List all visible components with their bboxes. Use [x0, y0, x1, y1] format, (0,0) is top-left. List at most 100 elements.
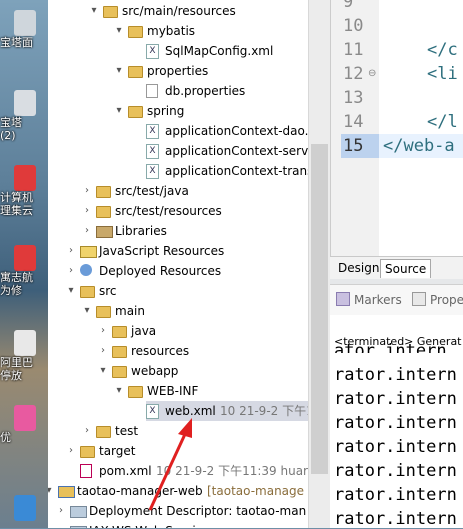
project-explorer-tree: ▾ src/main/resources ▾ mybatis X SqlMapConfig… — [48, 0, 308, 528]
desktop-shortcut[interactable]: 宝塔 (2) — [0, 90, 48, 142]
line-number: 13 — [343, 88, 364, 108]
tab-source[interactable]: Source — [380, 259, 432, 278]
tree-item[interactable]: ▾ src — [48, 281, 308, 301]
tree-item-label: applicationContext-trans.xn — [165, 164, 308, 178]
folder-icon — [128, 106, 143, 118]
tab-properties[interactable]: Prope — [412, 292, 463, 307]
desktop-strip: 宝塔面 宝塔 (2) 计算机 理集云 寓志航 为修 阿里巴 停放 优 — [0, 0, 48, 528]
collapse-arrow-icon[interactable]: › — [56, 501, 66, 521]
tree-item[interactable]: › JavaScript Resources — [48, 241, 308, 261]
tree-item[interactable]: ▾ mybatis — [48, 21, 308, 41]
tree-item[interactable]: XapplicationContext-trans.xn — [48, 161, 308, 181]
source-folder-icon — [96, 186, 111, 198]
desktop-shortcut[interactable]: 计算机 理集云 — [0, 165, 48, 217]
properties-icon — [412, 292, 426, 306]
folder-icon — [80, 286, 95, 298]
tree-item[interactable]: ▾ spring — [48, 101, 308, 121]
tree-item[interactable]: › resources — [48, 341, 308, 361]
collapse-arrow-icon[interactable]: › — [82, 181, 92, 201]
collapse-arrow-icon[interactable]: › — [98, 321, 108, 341]
fold-toggle-icon[interactable]: ⊖ — [368, 68, 376, 79]
desktop-shortcut-label: 阿里巴 — [0, 356, 33, 369]
tree-item-meta: 10 21-9-2 下午11:39 huar — [156, 464, 308, 478]
expand-arrow-icon[interactable]: ▾ — [89, 1, 99, 21]
tree-item-label: Libraries — [115, 224, 167, 238]
tree-item[interactable]: › target — [48, 441, 308, 461]
desktop-shortcut-label: 理集云 — [0, 204, 33, 217]
tree-item[interactable]: ▾ main — [48, 301, 308, 321]
tab-design[interactable]: Design — [334, 259, 383, 277]
collapse-arrow-icon[interactable]: › — [66, 261, 76, 281]
collapse-arrow-icon[interactable]: › — [66, 441, 76, 461]
editor-tabs: Design Source — [330, 256, 463, 279]
tree-item[interactable]: ▾ properties — [48, 61, 308, 81]
tree-item[interactable]: XapplicationContext-service.x — [48, 141, 308, 161]
collapse-arrow-icon[interactable]: › — [82, 421, 92, 441]
tree-item[interactable]: › Deployment Descriptor: taotao-man — [48, 501, 308, 521]
tree-item[interactable]: › java — [48, 321, 308, 341]
tree-item[interactable]: ▾ taotao-manager-web [taotao-manage — [48, 481, 308, 501]
tree-item[interactable]: db.properties — [48, 81, 308, 101]
tree-item-label: src — [99, 284, 117, 298]
expand-arrow-icon[interactable]: ▾ — [114, 21, 124, 41]
desktop-shortcut-label: 寓志航 — [0, 271, 33, 284]
tab-markers[interactable]: Markers — [336, 292, 402, 307]
tree-item[interactable]: XapplicationContext-dao.xml — [48, 121, 308, 141]
console-line: rator.intern — [334, 365, 457, 385]
scrollbar-thumb[interactable] — [311, 144, 328, 474]
tree-item[interactable]: X SqlMapConfig.xml — [48, 41, 308, 61]
folder-icon — [128, 66, 143, 78]
project-icon — [58, 486, 75, 498]
tree-item-label: resources — [131, 344, 190, 358]
desktop-shortcut[interactable]: 宝塔面 — [0, 10, 48, 49]
line-number: 9 — [343, 0, 354, 12]
tree-item[interactable]: › Deployed Resources — [48, 261, 308, 281]
desktop-shortcut-label: 为修 — [0, 284, 22, 297]
tree-item[interactable]: pom.xml 10 21-9-2 下午11:39 huar — [48, 461, 308, 481]
console-line: rator.intern — [334, 461, 457, 481]
desktop-shortcut-label: 计算机 — [0, 191, 33, 204]
expand-arrow-icon[interactable]: ▾ — [98, 361, 108, 381]
collapse-arrow-icon[interactable]: › — [82, 201, 92, 221]
line-number: 12 — [343, 64, 364, 84]
collapse-arrow-icon[interactable]: › — [82, 221, 92, 241]
desktop-shortcut[interactable]: 阿里巴 停放 — [0, 330, 48, 382]
line-number: 15 — [343, 136, 364, 156]
collapse-arrow-icon[interactable]: › — [56, 521, 66, 528]
tree-item[interactable]: ▾ src/main/resources — [48, 1, 308, 21]
tree-item[interactable]: › JAX-WS Web Services — [48, 521, 308, 528]
collapse-arrow-icon[interactable]: › — [66, 241, 76, 261]
console-line: rator.intern — [334, 509, 457, 529]
tree-item-meta: 10 21-9-2 下午1 — [220, 404, 308, 418]
expand-arrow-icon[interactable]: ▾ — [66, 281, 76, 301]
expand-arrow-icon[interactable]: ▾ — [114, 101, 124, 121]
xml-editor[interactable]: 9 10 11 12 ⊖ 13 14 15 </c <li </l </web-… — [330, 0, 463, 256]
expand-arrow-icon[interactable]: ▾ — [48, 481, 54, 501]
expand-arrow-icon[interactable]: ▾ — [114, 61, 124, 81]
tree-item-label: src/main/resources — [122, 4, 236, 18]
tree-item[interactable]: › Libraries — [48, 221, 308, 241]
views-tab-bar: Markers Prope — [330, 284, 463, 316]
collapse-arrow-icon[interactable]: › — [98, 341, 108, 361]
app-icon — [14, 165, 36, 191]
tree-item[interactable]: Xweb.xml 10 21-9-2 下午1 — [146, 401, 308, 421]
desktop-shortcut[interactable]: 寓志航 为修 — [0, 245, 48, 297]
app-icon — [14, 495, 36, 521]
tree-item[interactable]: › test — [48, 421, 308, 441]
expand-arrow-icon[interactable]: ▾ — [82, 301, 92, 321]
tab-properties-label: Prope — [430, 293, 463, 307]
desktop-shortcut-label: 宝塔面 — [0, 36, 33, 49]
desktop-shortcut[interactable] — [0, 495, 48, 521]
tree-item[interactable]: ▾ WEB-INF — [48, 381, 308, 401]
tree-item-label: applicationContext-service.x — [165, 144, 308, 158]
console-view[interactable]: <terminated> Generat ator.intern rator.i… — [330, 315, 463, 529]
expand-arrow-icon[interactable]: ▾ — [114, 381, 124, 401]
tree-scrollbar[interactable] — [308, 0, 331, 528]
tree-item-label: spring — [147, 104, 185, 118]
tree-item-label: WEB-INF — [147, 384, 199, 398]
tree-item[interactable]: › src/test/java — [48, 181, 308, 201]
tree-item[interactable]: ▾ webapp — [48, 361, 308, 381]
desktop-shortcut[interactable]: 优 — [0, 405, 48, 444]
xml-file-icon: X — [146, 44, 159, 59]
tree-item[interactable]: › src/test/resources — [48, 201, 308, 221]
